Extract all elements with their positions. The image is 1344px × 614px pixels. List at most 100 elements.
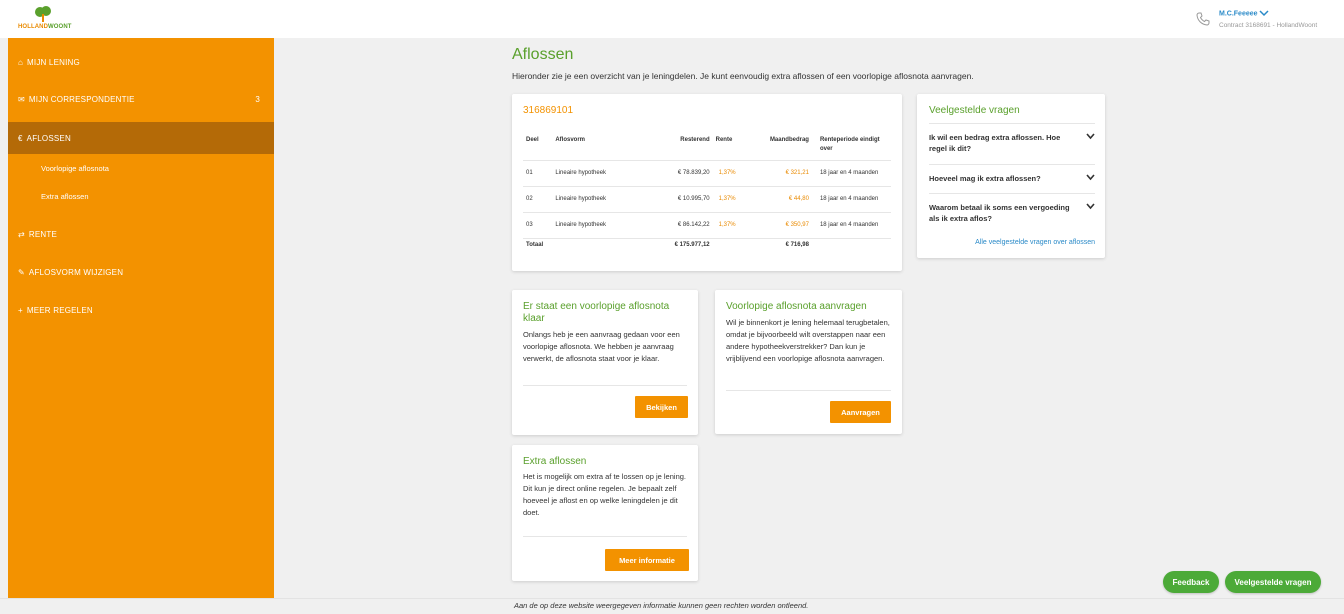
card-title: Voorlopige aflosnota aanvragen <box>726 301 867 312</box>
aanvragen-button[interactable]: Aanvragen <box>830 401 891 423</box>
arrows-icon: ⇄ <box>18 229 25 239</box>
cell-total-label: Totaal <box>523 237 648 252</box>
extra-aflossen-card: Extra aflossen Het is mogelijk om extra … <box>512 445 698 581</box>
divider <box>929 164 1095 165</box>
cell-aflosvorm: Lineaire hypotheek <box>552 211 648 238</box>
card-body: Onlangs heb je een aanvraag gedaan voor … <box>523 330 680 363</box>
logo-wordmark: HOLLANDWOONT <box>18 24 72 30</box>
column-header: Resterend <box>680 137 710 143</box>
bekijken-button[interactable]: Bekijken <box>635 396 688 418</box>
cell-resterend: € 78.839,20 <box>647 159 713 186</box>
phone-icon[interactable] <box>1196 12 1210 26</box>
all-faq-link[interactable]: Alle veelgestelde vragen over aflossen <box>929 239 1095 246</box>
card-body: Wil je binnenkort je lening helemaal ter… <box>726 318 890 363</box>
sidebar-subitem-extra-aflossen[interactable]: Extra aflossen <box>8 183 274 209</box>
cell-empty <box>811 237 891 252</box>
cell-periode: 18 jaar en 4 maanden <box>811 185 891 212</box>
faq-question: Waarom betaal ik soms een vergoeding als… <box>929 203 1070 223</box>
sidebar-item-label: MIJN CORRESPONDENTIE <box>28 94 135 104</box>
top-header: HOLLANDWOONT M.C.Feeeee Contract 3168691… <box>0 0 1344 38</box>
mail-icon: ✉ <box>18 94 25 104</box>
loan-parts-table: Deel Aflosvorm Resterend Rente Maandbedr… <box>523 132 891 252</box>
sidebar-item-mijn-lening[interactable]: ⌂ MIJN LENING <box>8 44 274 80</box>
home-icon: ⌂ <box>18 57 24 67</box>
chevron-down-icon <box>1259 10 1270 17</box>
meer-informatie-button[interactable]: Meer informatie <box>605 549 689 571</box>
footer: Aan de op deze website weergegeven infor… <box>0 598 1344 614</box>
cell-rente: 1,37% <box>712 185 751 212</box>
card-body: Het is mogelijk om extra af te lossen op… <box>523 472 686 517</box>
cell-total-resterend: € 175.977,12 <box>647 237 713 252</box>
correspondence-count-badge: 3 <box>255 94 260 104</box>
sidebar-item-label: MEER REGELEN <box>26 305 93 315</box>
pencil-icon: ✎ <box>18 267 25 277</box>
user-name: M.C.Feeeee <box>1219 10 1258 18</box>
faq-question: Ik wil een bedrag extra aflossen. Hoe re… <box>929 133 1061 153</box>
loan-number: 316869101 <box>523 105 574 116</box>
card-title: Er staat een voorlopige aflosnota klaar <box>523 301 670 324</box>
sidebar-item-label: AFLOSVORM WIJZIGEN <box>28 267 124 277</box>
column-header: Rente <box>715 137 733 143</box>
aflosnota-request-card: Voorlopige aflosnota aanvragen Wil je bi… <box>715 290 902 434</box>
faq-question: Hoeveel mag ik extra aflossen? <box>929 174 1041 183</box>
plus-icon: + <box>18 305 23 315</box>
column-header: Maandbedrag <box>769 137 809 143</box>
cell-periode: 18 jaar en 4 maanden <box>811 159 891 186</box>
table-total-row: Totaal € 175.977,12 € 716,98 <box>523 237 891 252</box>
chevron-down-icon <box>1086 174 1095 181</box>
divider <box>929 123 1095 124</box>
chevron-down-icon <box>1086 203 1095 210</box>
faq-item-extra-aflossen-regelen[interactable]: Ik wil een bedrag extra aflossen. Hoe re… <box>929 132 1095 154</box>
faq-card: Veelgestelde vragen Ik wil een bedrag ex… <box>917 94 1105 258</box>
main-content: Aflossen Hieronder zie je een overzicht … <box>274 38 1344 598</box>
table-row: 01 Lineaire hypotheek € 78.839,20 1,37% … <box>523 159 891 186</box>
chevron-down-icon <box>1086 133 1095 140</box>
column-header: Renteperiode eindigt over <box>819 137 880 152</box>
table-header-row: Deel Aflosvorm Resterend Rente Maandbedr… <box>523 132 891 160</box>
loan-overview-card: 316869101 Deel Aflosvorm Resterend Rente… <box>512 94 902 271</box>
disclaimer-text: Aan de op deze website weergegeven infor… <box>514 601 809 610</box>
faq-item-vergoeding-extra-aflos[interactable]: Waarom betaal ik soms een vergoeding als… <box>929 202 1095 224</box>
divider <box>523 385 687 386</box>
user-menu[interactable]: M.C.Feeeee <box>1219 10 1270 18</box>
feedback-button[interactable]: Feedback <box>1163 571 1219 593</box>
cell-maandbedrag: € 321,21 <box>751 159 812 186</box>
cell-empty <box>712 237 751 252</box>
cell-resterend: € 86.142,22 <box>647 211 713 238</box>
sidebar-item-label: MIJN LENING <box>27 57 80 67</box>
sidebar-subitem-label: Extra aflossen <box>41 191 89 201</box>
column-header: Deel <box>526 137 539 143</box>
cell-total-maandbedrag: € 716,98 <box>751 237 812 252</box>
card-title: Extra aflossen <box>523 456 587 467</box>
cell-maandbedrag: € 44,80 <box>751 185 812 212</box>
sidebar: ⌂ MIJN LENING ✉ MIJN CORRESPONDENTIE 3 €… <box>8 38 274 598</box>
cell-rente: 1,37% <box>712 211 751 238</box>
veelgestelde-vragen-button[interactable]: Veelgestelde vragen <box>1225 571 1321 593</box>
sidebar-item-rente[interactable]: ⇄ RENTE <box>8 216 274 252</box>
sidebar-item-aflosvorm-wijzigen[interactable]: ✎ AFLOSVORM WIJZIGEN <box>8 254 274 290</box>
page-intro: Hieronder zie je een overzicht van je le… <box>512 71 974 81</box>
contract-info: Contract 3168691 - HollandWoont <box>1219 22 1318 29</box>
divider <box>726 390 891 391</box>
column-header: Aflosvorm <box>555 137 586 143</box>
faq-title: Veelgestelde vragen <box>929 105 1020 116</box>
table-row: 02 Lineaire hypotheek € 10.995,70 1,37% … <box>523 185 891 212</box>
cell-deel: 02 <box>523 185 553 212</box>
cell-resterend: € 10.995,70 <box>647 185 713 212</box>
sidebar-item-mijn-correspondentie[interactable]: ✉ MIJN CORRESPONDENTIE 3 <box>8 81 274 117</box>
faq-item-hoeveel-extra-aflossen[interactable]: Hoeveel mag ik extra aflossen? <box>929 173 1095 184</box>
cell-deel: 01 <box>523 159 553 186</box>
cell-periode: 18 jaar en 4 maanden <box>811 211 891 238</box>
sidebar-item-meer-regelen[interactable]: + MEER REGELEN <box>8 292 274 328</box>
page-title: Aflossen <box>512 46 574 63</box>
divider <box>929 193 1095 194</box>
cell-aflosvorm: Lineaire hypotheek <box>552 159 648 186</box>
sidebar-subitem-voorlopige-aflosnota[interactable]: Voorlopige aflosnota <box>8 155 274 181</box>
sidebar-item-label: RENTE <box>28 229 58 239</box>
cell-maandbedrag: € 350,97 <box>751 211 812 238</box>
divider <box>523 536 687 537</box>
hollandwoont-logo[interactable]: HOLLANDWOONT <box>18 6 71 34</box>
aflosnota-ready-card: Er staat een voorlopige aflosnota klaar … <box>512 290 698 435</box>
sidebar-item-aflossen[interactable]: € AFLOSSEN <box>8 122 274 154</box>
cell-deel: 03 <box>523 211 553 238</box>
